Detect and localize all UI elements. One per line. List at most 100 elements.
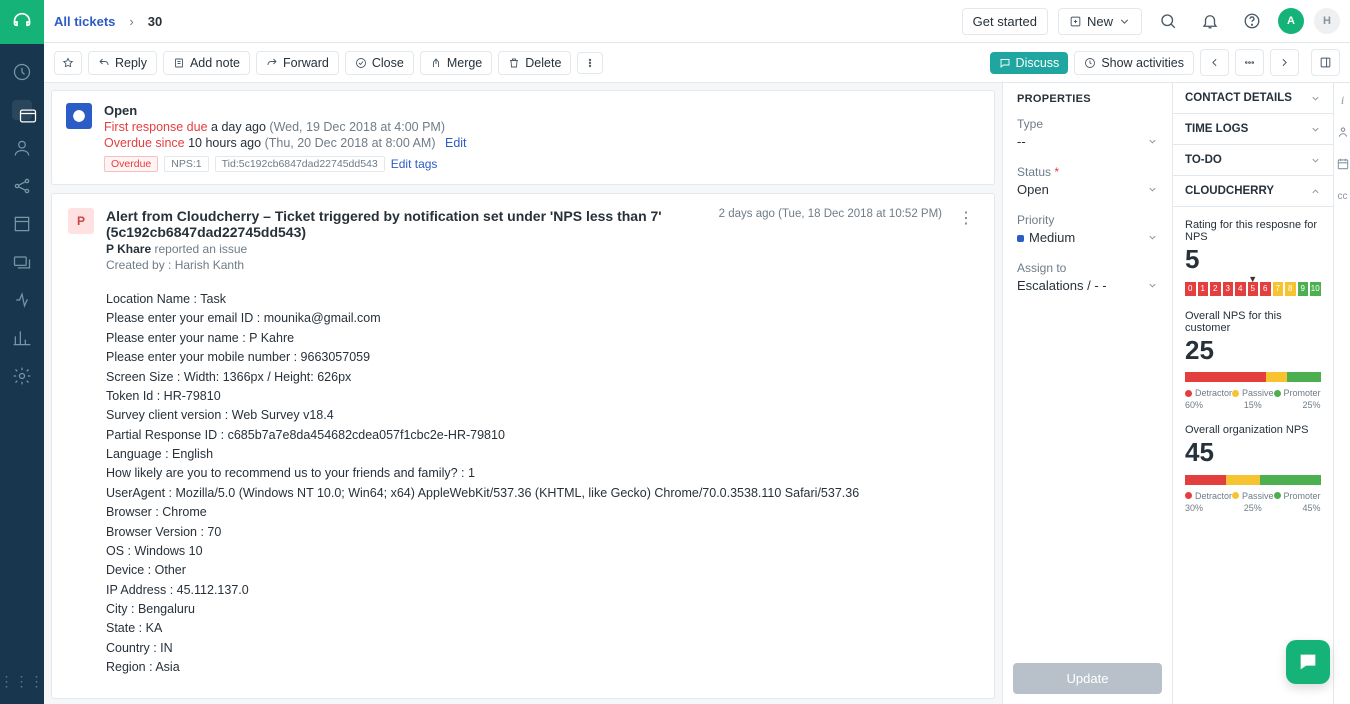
close-check-icon: [355, 57, 367, 69]
nav-automations[interactable]: [12, 290, 32, 310]
nps-rating-value: 5: [1185, 245, 1321, 274]
prev-ticket-button[interactable]: [1200, 49, 1229, 76]
contact-details-section[interactable]: CONTACT DETAILS: [1173, 83, 1333, 114]
message-body: Location Name : TaskPlease enter your em…: [106, 290, 978, 678]
cloudcherry-icon[interactable]: cc: [1334, 187, 1350, 205]
reply-icon: [98, 57, 110, 69]
properties-header: PROPERTIES: [1003, 83, 1172, 111]
timelogs-section[interactable]: TIME LOGS: [1173, 114, 1333, 145]
forward-button[interactable]: Forward: [256, 51, 339, 75]
delete-button[interactable]: Delete: [498, 51, 571, 75]
merge-button[interactable]: Merge: [420, 51, 492, 75]
nav-solutions[interactable]: [12, 214, 32, 234]
search-button[interactable]: [1152, 5, 1184, 37]
ticket-body: Open First response due a day ago (Wed, …: [44, 83, 1002, 704]
chat-bubble-icon: [1297, 651, 1319, 673]
headphones-icon: [12, 12, 32, 32]
ticket-timestamp: 2 days ago (Tue, 18 Dec 2018 at 10:52 PM…: [719, 208, 942, 220]
right-panel: CONTACT DETAILS TIME LOGS TO-DO CLOUDCHE…: [1172, 83, 1350, 704]
overdue-since: Overdue since 10 hours ago (Thu, 20 Dec …: [104, 136, 980, 150]
forward-icon: [266, 57, 278, 69]
chevron-down-icon: [1310, 155, 1321, 166]
cloudcherry-section[interactable]: CLOUDCHERRY: [1173, 176, 1333, 207]
edit-tags-link[interactable]: Edit tags: [391, 157, 438, 171]
update-button[interactable]: Update: [1013, 663, 1162, 694]
nav-dashboard[interactable]: [12, 62, 32, 82]
property-status[interactable]: Status * Open: [1003, 159, 1172, 207]
chevron-down-icon: [1310, 124, 1321, 135]
chevron-left-icon: [1208, 56, 1221, 69]
property-priority[interactable]: Priority Medium: [1003, 207, 1172, 255]
help-button[interactable]: [1236, 5, 1268, 37]
nps-legend: Detractor Passive Promoter: [1185, 388, 1321, 398]
notifications-button[interactable]: [1194, 5, 1226, 37]
org-nps-label: Overall organization NPS: [1185, 424, 1321, 436]
edit-sla-link[interactable]: Edit: [445, 136, 467, 150]
ticket-toolbar: Reply Add note Forward Close Merge Delet…: [44, 43, 1350, 83]
note-icon: [173, 57, 185, 69]
nav-social[interactable]: [12, 176, 32, 196]
requester-avatar: P: [68, 208, 94, 234]
properties-panel: PROPERTIES Type -- Status * Open Priorit…: [1002, 83, 1172, 704]
nav-contacts[interactable]: [12, 138, 32, 158]
show-activities-button[interactable]: Show activities: [1074, 51, 1194, 75]
chevron-down-icon: [1118, 15, 1131, 28]
org-legend: Detractor Passive Promoter: [1185, 491, 1321, 501]
brand-logo[interactable]: [0, 0, 44, 44]
top-bar: All tickets › 30 Get started New A H: [44, 0, 1350, 43]
ticket-author-line: P Khare reported an issue: [106, 242, 707, 256]
nps-rating-label: Rating for this resposne for NPS: [1185, 219, 1321, 243]
chevron-right-icon: [1278, 56, 1291, 69]
clock-icon: [1084, 57, 1096, 69]
nav-apps[interactable]: ⋮⋮⋮: [0, 673, 45, 690]
tag-overdue[interactable]: Overdue: [104, 156, 158, 172]
property-assign[interactable]: Assign to Escalations / - -: [1003, 255, 1172, 303]
next-ticket-button[interactable]: [1270, 49, 1299, 76]
more-nav-button[interactable]: [1235, 49, 1264, 76]
expand-button[interactable]: [1311, 49, 1340, 76]
chevron-up-icon: [1310, 186, 1321, 197]
discuss-button[interactable]: Discuss: [990, 52, 1069, 74]
org-nps-value: 45: [1185, 438, 1321, 467]
first-response-due: First response due a day ago (Wed, 19 De…: [104, 120, 980, 134]
layout-icon: [1319, 56, 1332, 69]
breadcrumb-id: 30: [148, 14, 162, 29]
chevron-down-icon: [1310, 93, 1321, 104]
star-icon: [62, 57, 74, 69]
star-button[interactable]: [54, 51, 82, 75]
customer-nps-label: Overall NPS for this customer: [1185, 310, 1321, 334]
requester-icon[interactable]: [1334, 123, 1350, 141]
right-strip: i cc: [1333, 83, 1350, 704]
todo-section[interactable]: TO-DO: [1173, 145, 1333, 176]
org-nps-bar: [1185, 475, 1321, 485]
close-button[interactable]: Close: [345, 51, 414, 75]
dots-vertical-icon: [584, 57, 596, 69]
chevron-down-icon: [1147, 280, 1158, 291]
reply-button[interactable]: Reply: [88, 51, 157, 75]
plus-box-icon: [1069, 15, 1082, 28]
search-icon: [1159, 12, 1177, 30]
nav-forums[interactable]: [12, 252, 32, 272]
new-button[interactable]: New: [1058, 8, 1142, 35]
get-started-button[interactable]: Get started: [962, 8, 1048, 35]
chat-widget[interactable]: [1286, 640, 1330, 684]
user-avatar[interactable]: H: [1314, 8, 1340, 34]
nav-tickets[interactable]: [12, 100, 32, 120]
tag-tid[interactable]: Tid:5c192cb6847dad22745dd543: [215, 156, 385, 172]
breadcrumb-root[interactable]: All tickets: [54, 14, 115, 29]
add-note-button[interactable]: Add note: [163, 51, 250, 75]
nav-admin[interactable]: [12, 366, 32, 386]
org-avatar[interactable]: A: [1278, 8, 1304, 34]
more-actions-button[interactable]: [577, 52, 603, 74]
tag-nps[interactable]: NPS:1: [164, 156, 208, 172]
info-icon[interactable]: i: [1334, 91, 1350, 109]
customer-nps-value: 25: [1185, 336, 1321, 365]
bell-icon: [1201, 12, 1219, 30]
calendar-icon[interactable]: [1334, 155, 1350, 173]
dots-horizontal-icon: [1243, 56, 1256, 69]
left-nav: ⋮⋮⋮: [0, 0, 44, 704]
nav-reports[interactable]: [12, 328, 32, 348]
property-type[interactable]: Type --: [1003, 111, 1172, 159]
trash-icon: [508, 57, 520, 69]
message-more-button[interactable]: ⋮: [954, 208, 978, 272]
